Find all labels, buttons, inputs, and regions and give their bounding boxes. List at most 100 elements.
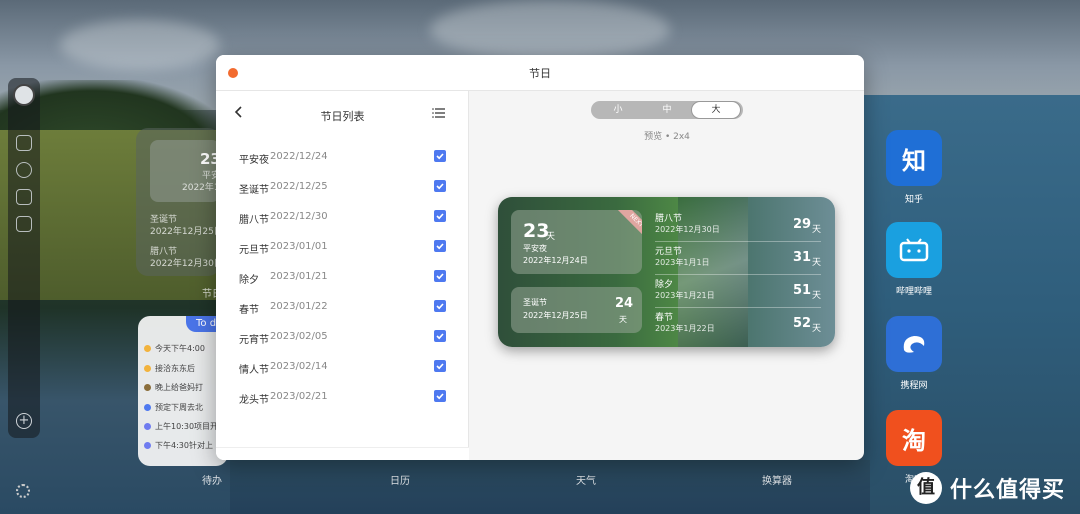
holiday-checkbox[interactable]: [434, 270, 446, 282]
holiday-row[interactable]: 腊八节 2022/12/30: [216, 203, 469, 233]
size-large-option[interactable]: 大: [691, 101, 741, 119]
second-date: 2022年12月25日: [523, 311, 588, 320]
holiday-date: 2023/02/21: [270, 391, 328, 402]
add-icon[interactable]: +: [16, 413, 32, 429]
item-date: 2023年1月21日: [655, 291, 715, 300]
item-name: 除夕: [655, 280, 674, 290]
taobao-icon[interactable]: 淘: [886, 410, 942, 466]
item-name: 元旦节: [655, 247, 683, 257]
background-cloud: [430, 0, 670, 60]
todo-dot-icon: [144, 423, 151, 430]
holiday-checkbox[interactable]: [434, 330, 446, 342]
todo-item: 下午4:30针对上: [144, 440, 213, 451]
holiday-date: 2023/01/21: [270, 271, 328, 282]
holiday-list-panel: 节日列表 平安夜 2022/12/24 圣诞节 2022/12/25 腊八节 2…: [216, 91, 469, 460]
size-toggle: 小 中 大: [591, 101, 743, 119]
featured-unit: 天: [546, 232, 556, 242]
background-todo-widget: To do 今天下午4:00 接洽东东后 晚上给爸妈打 预定下周去北 上午10:…: [138, 316, 228, 466]
holiday-row[interactable]: 元宵节 2023/02/05: [216, 323, 469, 353]
compass-icon[interactable]: [16, 162, 32, 178]
bilibili-label: 哔哩哔哩: [895, 287, 932, 297]
holiday-modal: 节日 节日列表 平安夜 2022/12/24 圣诞节 2022/12/25 腊八…: [216, 55, 864, 460]
item-date: 2023年1月1日: [655, 258, 710, 267]
bag-icon[interactable]: [16, 216, 32, 232]
done-bar: 完成: [216, 447, 469, 460]
list-icon[interactable]: [432, 107, 446, 119]
holiday-checkbox[interactable]: [434, 240, 446, 252]
featured-date: 2022年12月24日: [523, 256, 588, 265]
holiday-checkbox[interactable]: [434, 360, 446, 372]
item-days: 51: [793, 283, 812, 298]
item-days: 29: [793, 217, 812, 232]
background-holiday-widget: 23 平安 2022年12 圣诞节 2022年12月25日 腊八节 2022年1…: [136, 128, 225, 276]
widget-list-item: 春节 2023年1月22日 52 天: [655, 308, 821, 341]
avatar[interactable]: [13, 84, 35, 106]
second-name: 圣诞节: [523, 298, 547, 307]
holiday-name: 圣诞节: [239, 185, 269, 196]
todo-item: 今天下午4:00: [144, 343, 205, 354]
item-days: 31: [793, 250, 812, 265]
holiday-checkbox[interactable]: [434, 300, 446, 312]
todo-dot-icon: [144, 384, 151, 391]
item-days: 52: [793, 316, 812, 331]
todo-item: 晚上给爸妈打: [144, 382, 203, 393]
item-unit: 天: [812, 291, 822, 301]
settings-icon[interactable]: [16, 484, 30, 498]
holiday-checkbox[interactable]: [434, 210, 446, 222]
featured-name: 平安夜: [523, 244, 547, 253]
ctrip-icon[interactable]: [886, 316, 942, 372]
ctrip-label: 携程网: [900, 381, 928, 391]
holiday-name: 腊八节: [239, 215, 269, 226]
bg-widget-row-date: 2022年12月25日: [150, 227, 223, 237]
holiday-date: 2023/01/22: [270, 301, 328, 312]
holiday-checkbox[interactable]: [434, 390, 446, 402]
item-name: 春节: [655, 313, 674, 323]
holiday-checkbox[interactable]: [434, 150, 446, 162]
holiday-name: 情人节: [239, 365, 269, 376]
todo-dot-icon: [144, 404, 151, 411]
second-holiday-card: 圣诞节 2022年12月25日 24 天: [511, 287, 642, 333]
holiday-row[interactable]: 龙头节 2023/02/21: [216, 383, 469, 413]
holiday-row[interactable]: 春节 2023/01/22: [216, 293, 469, 323]
zhihu-icon[interactable]: 知: [886, 130, 942, 186]
holiday-widget-preview: NEXT 23 天 平安夜 2022年12月24日 圣诞节 2022年12月25…: [498, 197, 835, 347]
item-date: 2022年12月30日: [655, 225, 720, 234]
holiday-date: 2022/12/30: [270, 211, 328, 222]
holiday-date: 2022/12/24: [270, 151, 328, 162]
size-medium-option[interactable]: 中: [642, 101, 692, 119]
holiday-row[interactable]: 圣诞节 2022/12/25: [216, 173, 469, 203]
preview-label: 预览 • 2x4: [644, 132, 690, 142]
todo-label: 待办: [202, 476, 222, 487]
holiday-row[interactable]: 平安夜 2022/12/24: [216, 143, 469, 173]
holiday-checkbox[interactable]: [434, 180, 446, 192]
holiday-date: 2022/12/25: [270, 181, 328, 192]
todo-dot-icon: [144, 365, 151, 372]
store-icon[interactable]: [16, 189, 32, 205]
item-unit: 天: [812, 258, 822, 268]
featured-holiday-card: NEXT 23 天 平安夜 2022年12月24日: [511, 210, 642, 274]
holiday-date: 2023/02/05: [270, 331, 328, 342]
home-icon[interactable]: [16, 135, 32, 151]
holiday-row[interactable]: 情人节 2023/02/14: [216, 353, 469, 383]
converter-label: 换算器: [762, 476, 792, 487]
widget-list-item: 元旦节 2023年1月1日 31 天: [655, 242, 821, 275]
todo-item: 接洽东东后: [144, 363, 195, 374]
holiday-name: 元旦节: [239, 245, 269, 256]
bilibili-icon[interactable]: [886, 222, 942, 278]
holiday-date: 2023/01/01: [270, 241, 328, 252]
bg-widget-row-date: 2022年12月30日: [150, 259, 223, 269]
watermark: 值 什么值得买: [910, 472, 1065, 504]
size-small-option[interactable]: 小: [593, 101, 643, 119]
holiday-row[interactable]: 除夕 2023/01/21: [216, 263, 469, 293]
holiday-name: 元宵节: [239, 335, 269, 346]
holiday-name: 平安夜: [239, 155, 269, 166]
background-sea-bottom: [230, 460, 870, 514]
holiday-name: 春节: [239, 305, 259, 316]
side-dock: +: [8, 78, 40, 438]
second-days: 24: [615, 296, 634, 311]
todo-dot-icon: [144, 442, 151, 449]
widget-list-item: 腊八节 2022年12月30日 29 天: [655, 209, 821, 242]
holiday-row[interactable]: 元旦节 2023/01/01: [216, 233, 469, 263]
todo-item: 上午10:30项目开: [144, 421, 218, 432]
zhihu-label: 知乎: [904, 195, 923, 205]
